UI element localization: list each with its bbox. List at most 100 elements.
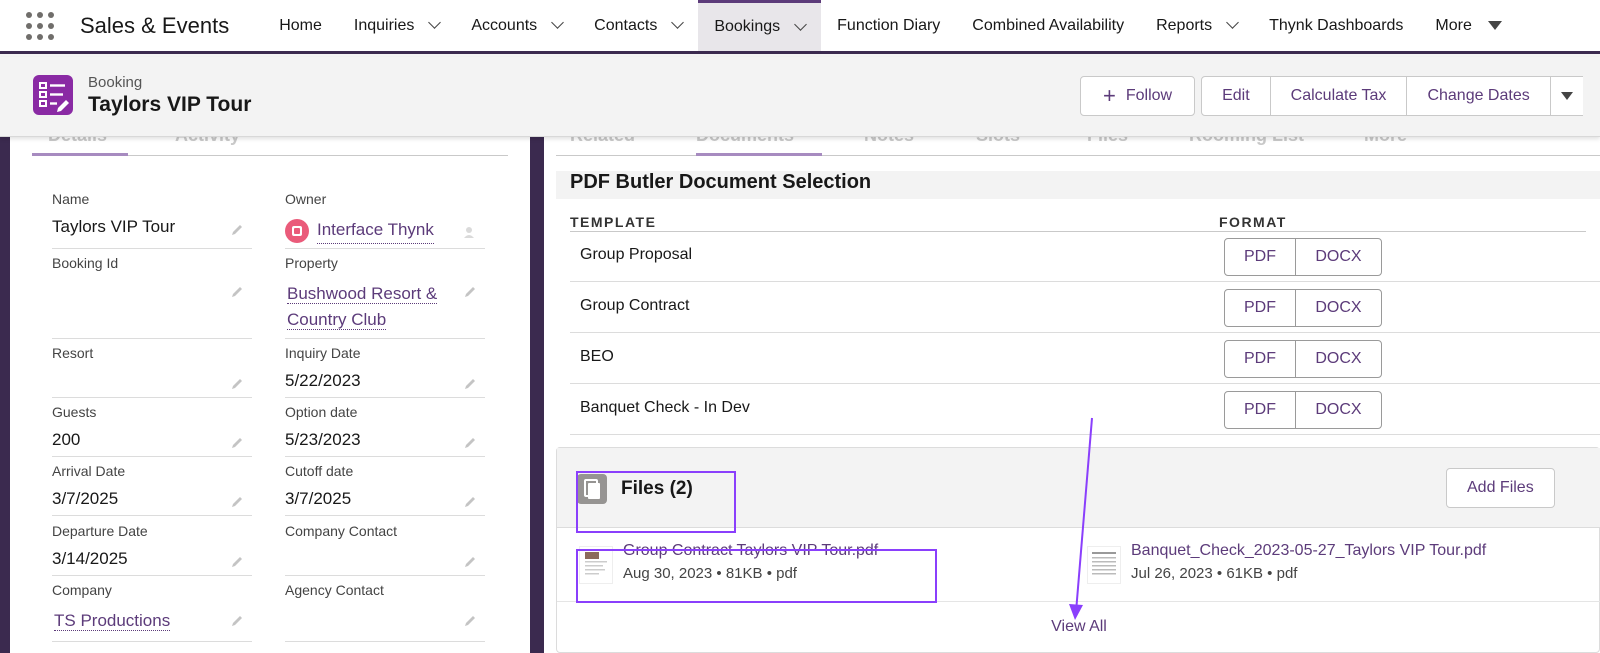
field-label: Arrival Date [52, 463, 126, 479]
field-value: Bushwood Resort & Country Club [287, 281, 438, 333]
field-company-contact: Company Contact [285, 523, 485, 576]
tab-slots[interactable]: Slots [976, 137, 1020, 146]
field-owner: Owner Interface Thynk [285, 191, 485, 249]
nav-item-reports[interactable]: Reports [1140, 0, 1253, 51]
field-label: Resort [52, 345, 94, 361]
pencil-icon[interactable] [463, 555, 477, 569]
chevron-down-icon[interactable] [671, 16, 685, 29]
field-label: Option date [285, 404, 358, 420]
company-link[interactable]: TS Productions [54, 611, 171, 631]
field-label: Booking Id [52, 255, 119, 271]
field-inquiry-date: Inquiry Date 5/22/2023 [285, 345, 485, 398]
nav-item-inquiries[interactable]: Inquiries [338, 0, 455, 51]
pencil-icon[interactable] [463, 436, 477, 450]
pencil-icon[interactable] [463, 285, 477, 299]
docx-button[interactable]: DOCX [1295, 340, 1382, 378]
field-agency-contact: Agency Contact [285, 582, 485, 642]
field-label: Agency Contact [285, 582, 384, 598]
template-name: Group Contract [580, 297, 690, 314]
pdf-button[interactable]: PDF [1224, 238, 1296, 276]
field-departure-date: Departure Date 3/14/2025 [52, 523, 252, 576]
pencil-icon[interactable] [463, 377, 477, 391]
pencil-icon[interactable] [230, 555, 244, 569]
record-object-label: Booking [88, 74, 143, 91]
tab-activity[interactable]: Activity [175, 137, 240, 146]
field-label: Cutoff date [285, 463, 354, 479]
docx-button[interactable]: DOCX [1295, 289, 1382, 327]
caret-down-icon[interactable] [1487, 21, 1502, 30]
nav-label: Contacts [594, 16, 658, 34]
tab-related[interactable]: Related [570, 137, 635, 146]
tab-files[interactable]: Files [1087, 137, 1128, 146]
nav-label: Home [279, 16, 322, 34]
more-actions-button[interactable] [1549, 76, 1583, 116]
field-property: Property Bushwood Resort & Country Club [285, 255, 485, 339]
pencil-icon[interactable] [230, 377, 244, 391]
app-launcher-icon[interactable] [26, 11, 54, 40]
nav-label: Reports [1156, 16, 1213, 34]
pdf-button[interactable]: PDF [1224, 289, 1296, 327]
owner-link[interactable]: Interface Thynk [317, 217, 434, 244]
pencil-icon[interactable] [230, 614, 244, 628]
chevron-down-icon[interactable] [794, 17, 808, 31]
tab-active-indicator [696, 153, 822, 156]
pencil-icon[interactable] [230, 436, 244, 450]
calculate-tax-button[interactable]: Calculate Tax [1269, 76, 1408, 116]
edit-button[interactable]: Edit [1201, 76, 1271, 116]
add-files-button[interactable]: Add Files [1446, 468, 1555, 508]
field-label: Company [52, 582, 112, 598]
template-name: BEO [580, 348, 614, 365]
record-title: Taylors VIP Tour [88, 93, 252, 116]
change-owner-icon[interactable] [463, 225, 477, 239]
property-link[interactable]: Bushwood Resort & [287, 284, 438, 304]
annotation-highlight-files-title [576, 471, 736, 533]
nav-label: Combined Availability [972, 16, 1125, 34]
left-border [0, 137, 10, 653]
follow-label: Follow [1125, 87, 1173, 104]
nav-item-combined-availability[interactable]: Combined Availability [956, 0, 1140, 51]
field-value: Taylors VIP Tour [52, 217, 176, 236]
pencil-icon[interactable] [463, 495, 477, 509]
pencil-icon[interactable] [230, 495, 244, 509]
template-name: Banquet Check - In Dev [580, 399, 750, 416]
docx-button[interactable]: DOCX [1295, 391, 1382, 429]
change-dates-button[interactable]: Change Dates [1406, 76, 1551, 116]
nav-item-home[interactable]: Home [263, 0, 338, 51]
nav-item-function-diary[interactable]: Function Diary [821, 0, 956, 51]
nav-item-bookings[interactable]: Bookings [698, 0, 822, 51]
chevron-down-icon[interactable] [551, 16, 565, 29]
pencil-icon[interactable] [230, 285, 244, 299]
nav-item-more[interactable]: More [1419, 0, 1517, 51]
file-meta: Jul 26, 2023 • 61KB • pdf [1131, 565, 1298, 582]
field-cutoff-date: Cutoff date 3/7/2025 [285, 463, 485, 516]
chevron-down-icon[interactable] [428, 16, 442, 29]
template-row: Banquet Check - In Dev PDF DOCX [570, 384, 1600, 435]
field-name: Name Taylors VIP Tour [52, 191, 252, 249]
nav-item-contacts[interactable]: Contacts [578, 0, 698, 51]
property-link-line2[interactable]: Country Club [287, 310, 387, 330]
tab-rooming-list[interactable]: Rooming List [1189, 137, 1304, 146]
pencil-icon[interactable] [230, 223, 244, 237]
nav-item-accounts[interactable]: Accounts [455, 0, 578, 51]
docx-button[interactable]: DOCX [1295, 238, 1382, 276]
nav-item-thynk-dashboards[interactable]: Thynk Dashboards [1253, 0, 1419, 51]
file-name-link[interactable]: Banquet_Check_2023-05-27_Taylors VIP Tou… [1131, 542, 1486, 560]
pencil-icon[interactable] [463, 614, 477, 628]
column-header-template: TEMPLATE [570, 214, 657, 230]
user-avatar-icon [285, 218, 309, 243]
field-label: Guests [52, 404, 97, 420]
pdf-butler-title: PDF Butler Document Selection [570, 171, 872, 193]
tab-details[interactable]: Details [48, 137, 107, 146]
tab-more[interactable]: More [1364, 137, 1407, 146]
format-buttons: PDF DOCX [1224, 391, 1382, 429]
global-nav: Sales & Events Home Inquiries Accounts C… [0, 0, 1600, 54]
tab-notes[interactable]: Notes [864, 137, 914, 146]
pdf-button[interactable]: PDF [1224, 391, 1296, 429]
follow-button[interactable]: + Follow [1080, 76, 1196, 116]
field-value: 200 [52, 430, 81, 449]
chevron-down-icon[interactable] [1226, 16, 1239, 29]
view-all-link[interactable]: View All [557, 618, 1600, 636]
nav-label: Bookings [714, 18, 781, 35]
pdf-button[interactable]: PDF [1224, 340, 1296, 378]
tab-documents[interactable]: Documents [696, 137, 794, 146]
